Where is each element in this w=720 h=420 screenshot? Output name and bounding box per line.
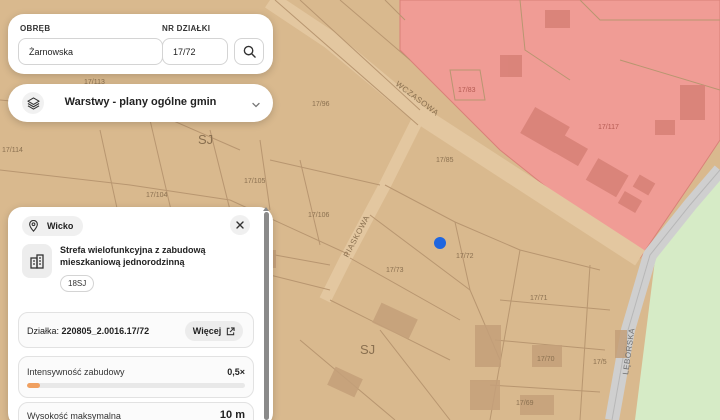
precinct-label: OBRĘB xyxy=(20,24,51,33)
search-button[interactable] xyxy=(234,38,264,65)
location-pin-icon xyxy=(29,220,38,232)
parcel-label: 17/85 xyxy=(436,157,454,164)
height-card: Wysokość maksymalna 10 m xyxy=(18,402,254,420)
layers-dropdown[interactable]: Warstwy - plany ogólne gmin xyxy=(8,84,273,122)
precinct-input[interactable]: Żarnowska xyxy=(18,38,163,65)
search-panel: OBRĘB Żarnowska NR DZIAŁKI 17/72 xyxy=(8,14,273,74)
search-icon xyxy=(243,45,256,58)
more-button-label: Więcej xyxy=(192,326,222,336)
parcel-number-label: NR DZIAŁKI xyxy=(162,24,211,33)
parcel-label: 17/83 xyxy=(458,87,476,94)
parcel-label: 17/5 xyxy=(593,359,607,366)
parcel-id-value: 220805_2.0016.17/72 xyxy=(61,326,150,336)
chevron-down-icon xyxy=(251,97,261,115)
zone-code-badge: 18SJ xyxy=(60,275,95,292)
parcel-label: 17/114 xyxy=(2,147,23,154)
height-label: Wysokość maksymalna xyxy=(27,411,121,420)
close-button[interactable] xyxy=(230,215,250,235)
parcel-label: 17/96 xyxy=(312,101,330,108)
parcel-label: 17/69 xyxy=(516,400,534,407)
parcel-label: 17/117 xyxy=(598,124,619,131)
zone-label: SJ xyxy=(360,342,375,357)
external-link-icon xyxy=(227,326,235,335)
zone-icon-box xyxy=(22,244,52,278)
intensity-value: 0,5× xyxy=(227,367,245,377)
parcel-number-input[interactable]: 17/72 xyxy=(162,38,228,65)
parcel-label: 17/73 xyxy=(386,267,404,274)
place-name: Wicko xyxy=(47,221,74,231)
intensity-progress xyxy=(27,383,245,388)
parcel-id-label: Działka: xyxy=(27,326,60,336)
intensity-card: Intensywność zabudowy 0,5× xyxy=(18,356,254,398)
parcel-id-card: Działka: 220805_2.0016.17/72 Więcej xyxy=(18,312,254,348)
parcel-marker[interactable] xyxy=(434,237,446,249)
info-panel-scrollbar[interactable] xyxy=(264,212,269,420)
parcel-label: 17/71 xyxy=(530,295,548,302)
parcel-label: 17/104 xyxy=(146,192,168,199)
building-icon xyxy=(30,254,44,269)
parcel-label: 17/105 xyxy=(244,178,266,185)
zone-title: Strefa wielofunkcyjna z zabudową mieszka… xyxy=(60,245,206,267)
parcel-label: 17/106 xyxy=(308,212,330,219)
parcel-label: 17/72 xyxy=(456,253,474,260)
zone-label: SJ xyxy=(198,132,213,147)
height-value: 10 m xyxy=(219,409,245,420)
parcel-label: 17/70 xyxy=(537,356,555,363)
more-button[interactable]: Więcej xyxy=(185,321,243,341)
place-chip: Wicko xyxy=(22,216,84,236)
scrollbar-up-arrow[interactable] xyxy=(263,207,269,211)
intensity-label: Intensywność zabudowy xyxy=(27,367,125,377)
parcel-id-text: Działka: 220805_2.0016.17/72 xyxy=(27,326,149,336)
intensity-progress-fill xyxy=(27,383,41,388)
layers-title: Warstwy - plany ogólne gmin xyxy=(64,96,217,108)
close-icon xyxy=(236,221,244,229)
